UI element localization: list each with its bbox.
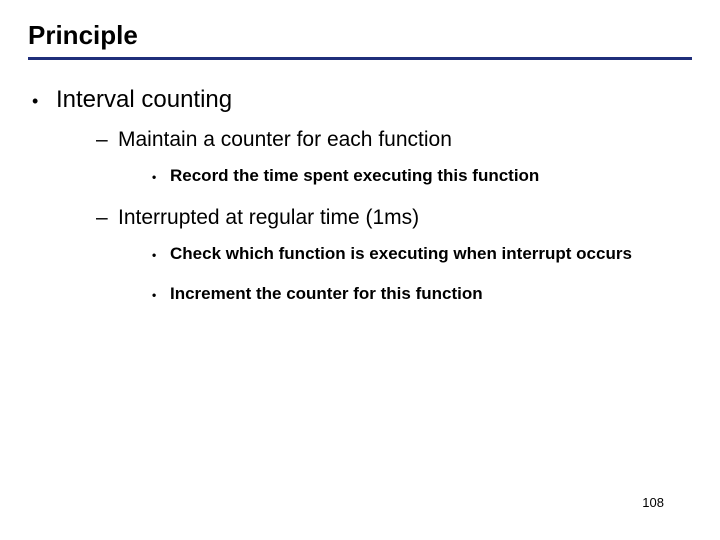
bullet-text: Maintain a counter for each function xyxy=(118,128,452,151)
bullet-text: Interval counting xyxy=(56,86,232,113)
list-item: Interval counting Maintain a counter for… xyxy=(32,86,692,304)
bullet-text: Increment the counter for this function xyxy=(170,284,483,303)
list-item: Maintain a counter for each function Rec… xyxy=(96,128,692,186)
slide-title: Principle xyxy=(28,20,692,51)
bullet-list-level1: Interval counting Maintain a counter for… xyxy=(28,86,692,304)
list-item: Increment the counter for this function xyxy=(152,284,692,304)
list-item: Interrupted at regular time (1ms) Check … xyxy=(96,206,692,304)
title-divider xyxy=(28,57,692,60)
slide: Principle Interval counting Maintain a c… xyxy=(0,0,720,540)
bullet-text: Record the time spent executing this fun… xyxy=(170,166,539,185)
bullet-list-level3: Record the time spent executing this fun… xyxy=(118,166,692,186)
page-number: 108 xyxy=(642,495,664,510)
bullet-list-level3: Check which function is executing when i… xyxy=(118,244,692,304)
list-item: Check which function is executing when i… xyxy=(152,244,692,264)
list-item: Record the time spent executing this fun… xyxy=(152,166,692,186)
bullet-text: Check which function is executing when i… xyxy=(170,244,632,263)
bullet-text: Interrupted at regular time (1ms) xyxy=(118,206,419,229)
bullet-list-level2: Maintain a counter for each function Rec… xyxy=(56,128,692,304)
